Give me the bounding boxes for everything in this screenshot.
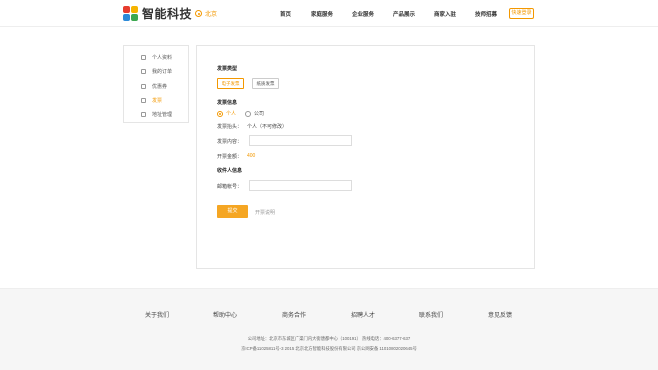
- footer-link-contact[interactable]: 联系我们: [419, 310, 443, 319]
- city-selector[interactable]: 北京: [195, 9, 217, 18]
- order-icon: [141, 68, 146, 74]
- invoice-header-label: 发票抬头：: [217, 124, 243, 130]
- invoice-icon: [141, 97, 146, 103]
- sidebar-item-orders[interactable]: 我的订单: [124, 65, 188, 77]
- sidebar-item-address[interactable]: 地址管理: [124, 108, 188, 120]
- radio-dot-icon: [217, 110, 223, 117]
- nav-business-service[interactable]: 企业服务: [352, 10, 374, 18]
- logo-icon: [123, 5, 139, 22]
- email-label: 邮箱帐号：: [217, 184, 243, 190]
- footer-icp: 京ICP备11025811号-3 2015 北京北方智能科技股份有限公司 京公网…: [241, 346, 417, 351]
- radio-dot-icon: [245, 110, 251, 117]
- nav-merchant-join[interactable]: 商家入驻: [434, 10, 456, 18]
- electronic-invoice-option[interactable]: 电子发票: [217, 78, 244, 89]
- submit-button[interactable]: 提交: [217, 205, 248, 218]
- footer-link-business[interactable]: 商务合作: [282, 310, 306, 319]
- receiver-info-title: 收件人信息: [217, 168, 243, 174]
- sidebar-item-label: 地址管理: [152, 111, 173, 118]
- nav-technician-recruit[interactable]: 技师招募: [475, 10, 497, 18]
- page-footer: 关于我们 帮助中心 商务合作 招聘人才 联系我们 意见反馈 公司地址：北京市东城…: [0, 288, 658, 370]
- brand-logo[interactable]: 智能科技: [123, 5, 192, 22]
- email-input[interactable]: [249, 180, 352, 191]
- footer-link-about[interactable]: 关于我们: [145, 310, 169, 319]
- sidebar-item-invoice[interactable]: 发票: [124, 94, 188, 106]
- invoice-header-value: 个人（不可修改）: [247, 124, 288, 130]
- coupon-icon: [141, 83, 146, 89]
- invoice-amount-label: 开票金额：: [217, 154, 243, 160]
- sidebar-item-profile[interactable]: 个人资料: [124, 51, 188, 63]
- nav-home[interactable]: 首页: [280, 10, 291, 18]
- top-header: 智能科技 北京 首页 家庭服务 企业服务 产品展示 商家入驻 技师招募 快速登录: [0, 0, 658, 27]
- address-icon: [141, 111, 146, 117]
- company-label: 公司: [254, 111, 265, 117]
- paper-invoice-option[interactable]: 纸质发票: [252, 78, 279, 89]
- footer-link-help[interactable]: 帮助中心: [213, 310, 237, 319]
- sidebar-item-label: 发票: [152, 97, 163, 104]
- invoice-type-title: 发票类型: [217, 66, 238, 72]
- invoice-content-input[interactable]: [249, 135, 352, 146]
- nav-home-service[interactable]: 家庭服务: [311, 10, 333, 18]
- sidebar-item-label: 优惠券: [152, 83, 168, 90]
- footer-address: 公司地址：北京市东城区广渠门内大街唐都中心（100191） 热线电话：400-6…: [247, 336, 411, 341]
- footer-link-feedback[interactable]: 意见反馈: [488, 310, 512, 319]
- quick-login-button[interactable]: 快速登录: [509, 8, 534, 19]
- location-pin-icon: [195, 10, 202, 17]
- invoice-explain-link[interactable]: 开票说明: [255, 209, 275, 216]
- nav-products[interactable]: 产品展示: [393, 10, 415, 18]
- brand-name: 智能科技: [142, 7, 193, 21]
- sidebar-item-label: 我的订单: [152, 68, 173, 75]
- footer-link-jobs[interactable]: 招聘人才: [351, 310, 375, 319]
- invoice-content-label: 发票内容：: [217, 139, 243, 145]
- company-radio[interactable]: 公司: [245, 110, 264, 117]
- sidebar-item-coupons[interactable]: 优惠券: [124, 80, 188, 92]
- city-label: 北京: [205, 12, 218, 18]
- invoice-panel: 发票类型 电子发票 纸质发票 发票信息 个人 公司 发票抬头： 个人（不可修改）…: [196, 45, 535, 269]
- sidebar-item-label: 个人资料: [152, 54, 173, 61]
- user-icon: [141, 54, 146, 60]
- invoice-amount-value: 400: [247, 153, 256, 159]
- personal-label: 个人: [226, 111, 237, 117]
- account-sidebar: 个人资料 我的订单 优惠券 发票 地址管理: [123, 45, 189, 123]
- personal-radio[interactable]: 个人: [217, 110, 236, 117]
- invoice-info-title: 发票信息: [217, 100, 238, 106]
